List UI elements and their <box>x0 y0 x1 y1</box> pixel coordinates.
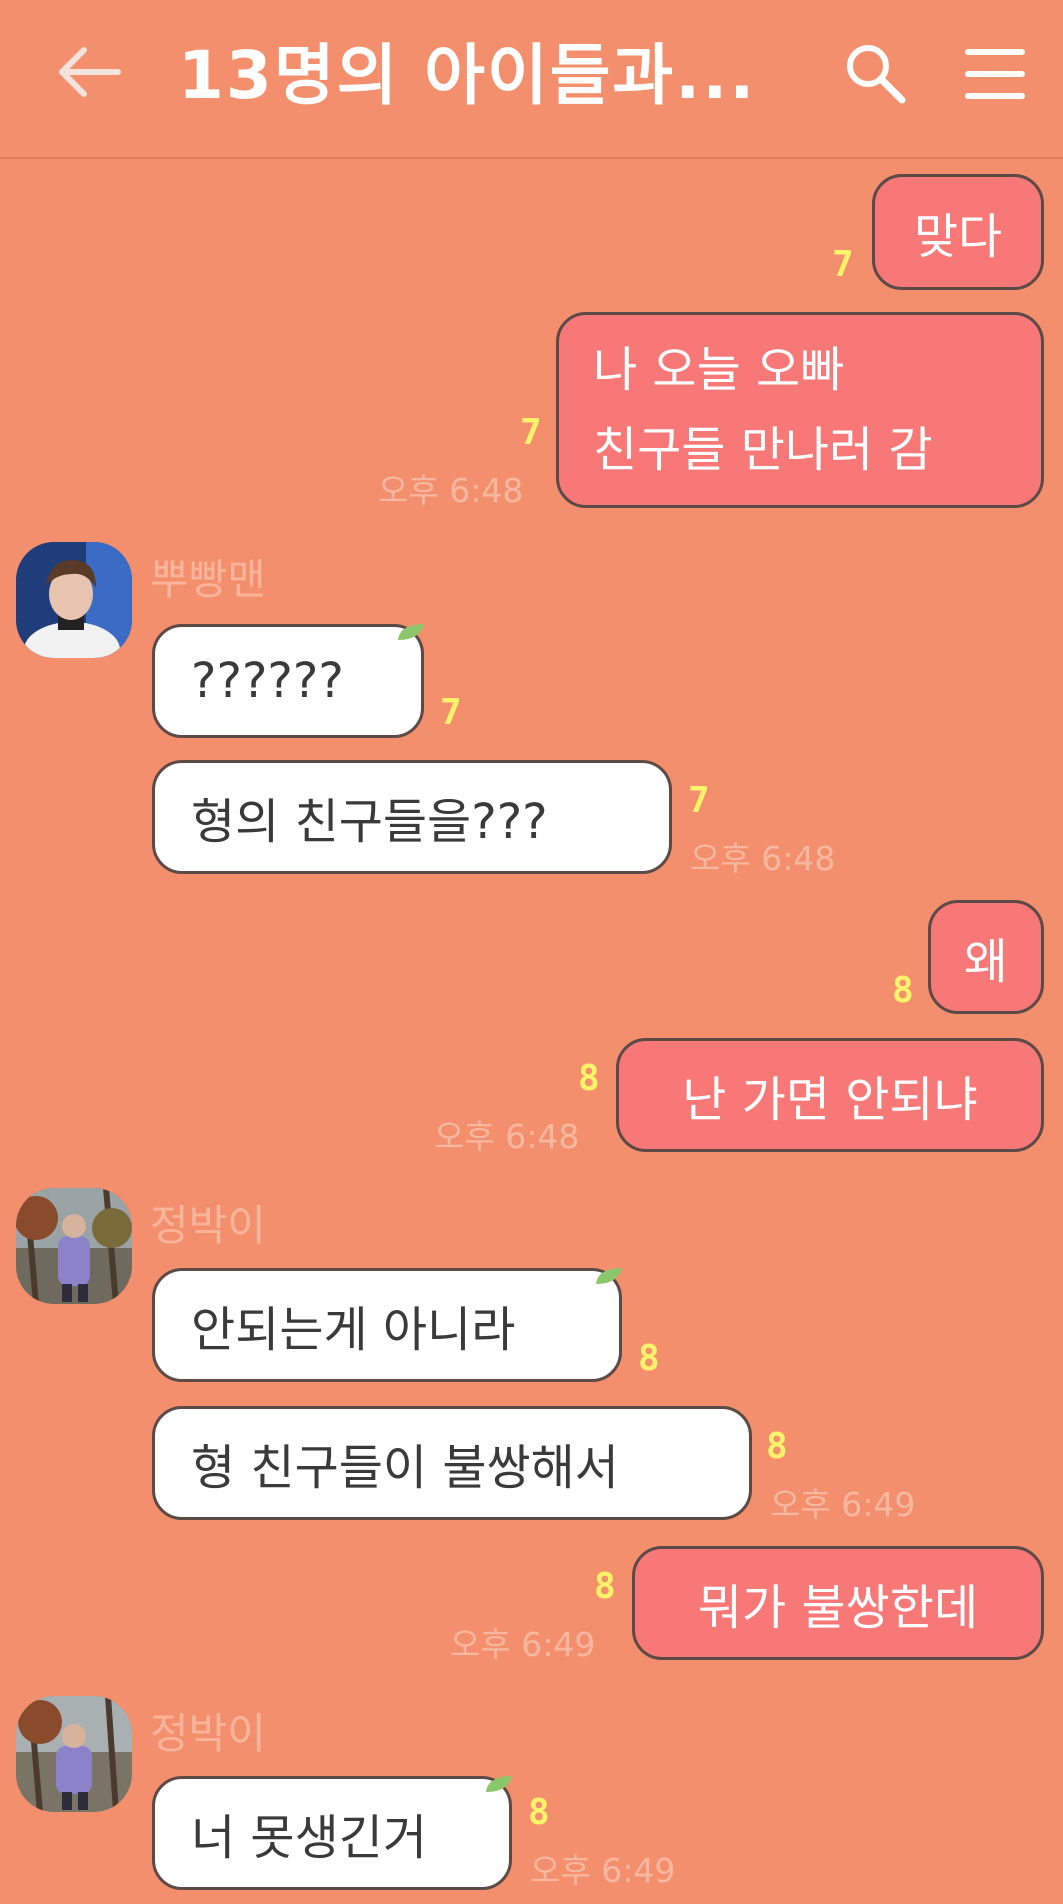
read-count: 7 <box>440 692 462 733</box>
read-count: 8 <box>766 1426 788 1467</box>
sender-name: 정박이 <box>150 1201 266 1250</box>
read-count: 7 <box>832 244 854 285</box>
message-text: 안되는게 아니라 <box>191 1302 516 1358</box>
message-time: 오후 6:48 <box>434 1117 580 1156</box>
read-count: 8 <box>578 1058 600 1099</box>
message-text: 너 못생긴거 <box>191 1810 428 1866</box>
avatar[interactable] <box>16 1696 132 1812</box>
message-time: 오후 6:49 <box>530 1851 676 1890</box>
read-count: 8 <box>594 1566 616 1607</box>
message-time: 오후 6:48 <box>690 839 836 878</box>
message-time: 오후 6:48 <box>378 471 524 510</box>
search-button[interactable] <box>842 40 908 106</box>
read-count: 8 <box>638 1338 660 1379</box>
leaf-icon <box>596 1268 622 1284</box>
my-message-bubble[interactable]: 맞다 <box>872 174 1044 290</box>
other-message-bubble[interactable]: 너 못생긴거 <box>152 1776 512 1890</box>
leaf-icon <box>398 624 424 640</box>
other-message-bubble[interactable]: 형의 친구들을??? <box>152 760 672 874</box>
message-time: 오후 6:49 <box>450 1625 596 1664</box>
message-text: 왜 <box>963 934 1009 990</box>
avatar[interactable] <box>16 542 132 658</box>
other-message-bubble[interactable]: 안되는게 아니라 <box>152 1268 622 1382</box>
message-text: 맞다 <box>913 209 1003 265</box>
back-button[interactable] <box>52 42 124 102</box>
my-message-bubble[interactable]: 나 오늘 오빠 친구들 만나러 감 <box>556 312 1044 508</box>
read-count: 7 <box>520 412 542 453</box>
my-message-bubble[interactable]: 난 가면 안되냐 <box>616 1038 1044 1152</box>
message-text-line: 나 오늘 오빠 <box>593 342 845 398</box>
avatar[interactable] <box>16 1188 132 1304</box>
other-message-bubble[interactable]: ?????? <box>152 624 424 738</box>
message-text: ?????? <box>191 653 344 709</box>
arrow-left-icon <box>59 47 121 97</box>
search-icon <box>847 45 906 104</box>
read-count: 8 <box>892 970 914 1011</box>
leaf-icon <box>486 1776 512 1792</box>
message-text: 뭐가 불쌍한데 <box>697 1580 979 1636</box>
message-time: 오후 6:49 <box>770 1485 916 1524</box>
menu-button[interactable] <box>964 46 1026 102</box>
sender-name: 정박이 <box>150 1709 266 1758</box>
message-text: 난 가면 안되냐 <box>682 1072 978 1128</box>
message-text: 형의 친구들을??? <box>191 794 548 850</box>
read-count: 8 <box>528 1792 550 1833</box>
chat-room-title: 13명의 아이들과... <box>178 37 757 114</box>
hamburger-menu-icon <box>965 49 1025 99</box>
my-message-bubble[interactable]: 뭐가 불쌍한데 <box>632 1546 1044 1660</box>
chat-header: 13명의 아이들과... <box>0 0 1063 159</box>
my-message-bubble[interactable]: 왜 <box>928 900 1044 1014</box>
message-text: 형 친구들이 불쌍해서 <box>191 1440 619 1496</box>
other-message-bubble[interactable]: 형 친구들이 불쌍해서 <box>152 1406 752 1520</box>
sender-name: 뿌빵맨 <box>150 555 266 604</box>
message-text-line: 친구들 만나러 감 <box>593 422 933 478</box>
read-count: 7 <box>688 780 710 821</box>
